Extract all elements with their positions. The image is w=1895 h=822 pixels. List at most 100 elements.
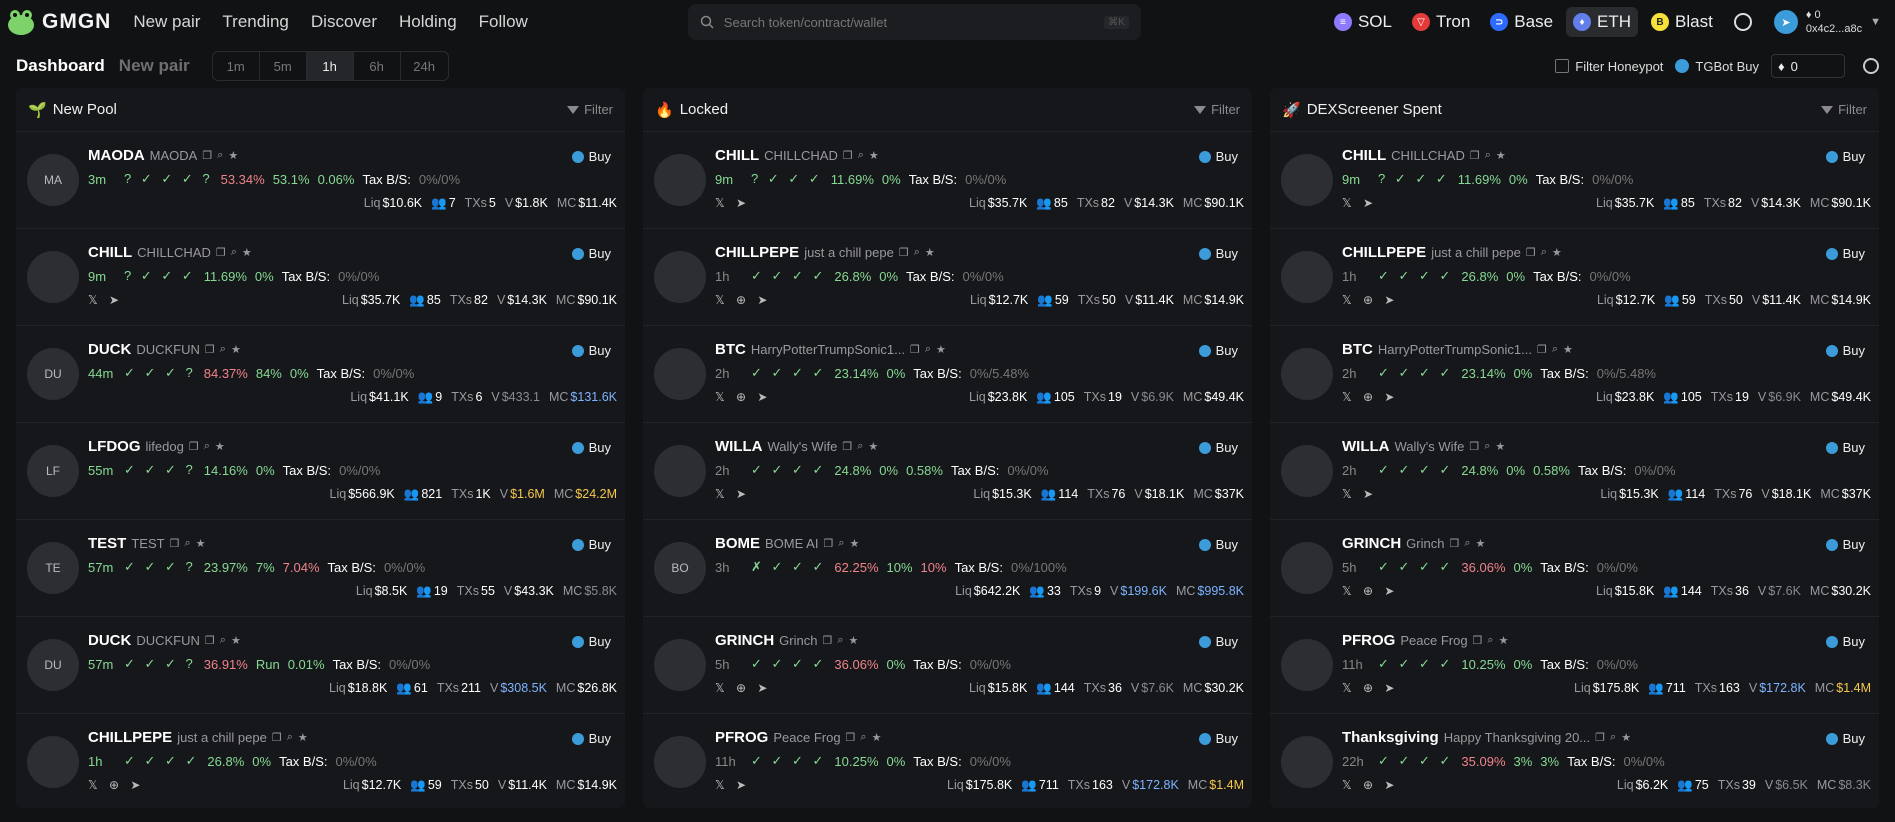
copy-icon[interactable]: ❐ — [1470, 149, 1480, 162]
chain-eth[interactable]: ♦ ETH — [1566, 7, 1639, 37]
copy-icon[interactable]: ❐ — [189, 440, 199, 453]
search-icon[interactable]: ⌕ — [838, 537, 844, 550]
buy-button[interactable]: Buy — [571, 149, 611, 164]
filter-button[interactable]: Filter — [1821, 102, 1867, 117]
copy-icon[interactable]: ❐ — [205, 343, 215, 356]
buy-button[interactable]: Buy — [571, 246, 611, 261]
search-icon[interactable]: ⌕ — [837, 634, 843, 647]
buy-button[interactable]: Buy — [1198, 537, 1238, 552]
buy-button[interactable]: Buy — [1825, 537, 1865, 552]
token-row[interactable]: DU DUCK DUCKFUN ❐ ⌕ ★ Buy 57m ✓ ✓ ✓ ? 36.91% Run 0.… — [16, 617, 625, 714]
star-icon[interactable]: ★ — [1552, 246, 1562, 259]
buy-button[interactable]: Buy — [571, 731, 611, 746]
nav-trending[interactable]: Trending — [222, 12, 288, 32]
new-pair-tab[interactable]: New pair — [119, 56, 190, 76]
social-links[interactable]: 𝕏 ➤ — [715, 487, 750, 501]
token-row[interactable]: LF LFDOG lifedog ❐ ⌕ ★ Buy 55m ✓ ✓ ✓ ? 14.16% 0% Ta… — [16, 423, 625, 520]
social-links[interactable]: 𝕏 ➤ — [715, 778, 750, 792]
social-links[interactable]: 𝕏 ⊕ ➤ — [715, 390, 771, 404]
social-links[interactable]: 𝕏 ➤ — [715, 196, 750, 210]
nav-follow[interactable]: Follow — [479, 12, 528, 32]
social-links[interactable]: 𝕏 ⊕ ➤ — [715, 681, 771, 695]
social-links[interactable]: 𝕏 ⊕ ➤ — [1342, 584, 1398, 598]
copy-icon[interactable]: ❐ — [1537, 343, 1547, 356]
star-icon[interactable]: ★ — [869, 149, 879, 162]
timeframe-5m[interactable]: 5m — [260, 52, 307, 80]
star-icon[interactable]: ★ — [298, 731, 308, 744]
social-links[interactable]: 𝕏 ⊕ ➤ — [1342, 681, 1398, 695]
token-row[interactable]: CHILL CHILLCHAD ❐ ⌕ ★ Buy 9m ? ✓ ✓ ✓ 11.69% 0% Tax… — [1270, 132, 1879, 229]
search-icon[interactable]: ⌕ — [1610, 731, 1616, 744]
buy-button[interactable]: Buy — [1198, 731, 1238, 746]
copy-icon[interactable]: ❐ — [1449, 537, 1459, 550]
token-row[interactable]: CHILLPEPE just a chill pepe ❐ ⌕ ★ Buy 1h ✓ ✓ ✓ … — [1270, 229, 1879, 326]
copy-icon[interactable]: ❐ — [823, 537, 833, 550]
token-row[interactable]: PFROG Peace Frog ❐ ⌕ ★ Buy 11h ✓ ✓ ✓ ✓ 10.25% 0% T… — [643, 714, 1252, 808]
star-icon[interactable]: ★ — [936, 343, 946, 356]
search-icon[interactable]: ⌕ — [1552, 343, 1558, 356]
social-links[interactable]: 𝕏 ➤ — [1342, 196, 1377, 210]
copy-icon[interactable]: ❐ — [1595, 731, 1605, 744]
buy-button[interactable]: Buy — [1198, 440, 1238, 455]
star-icon[interactable]: ★ — [1476, 537, 1486, 550]
token-row[interactable]: CHILLPEPE just a chill pepe ❐ ⌕ ★ Buy 1h ✓ ✓ ✓ … — [16, 714, 625, 808]
star-icon[interactable]: ★ — [1621, 731, 1631, 744]
social-links[interactable]: 𝕏 ⊕ ➤ — [1342, 293, 1398, 307]
star-icon[interactable]: ★ — [1499, 634, 1509, 647]
copy-icon[interactable]: ❐ — [899, 246, 909, 259]
tgbot-buy-button[interactable]: TGBot Buy — [1675, 59, 1759, 74]
nav-new-pair[interactable]: New pair — [133, 12, 200, 32]
token-row[interactable]: CHILLPEPE just a chill pepe ❐ ⌕ ★ Buy 1h ✓ ✓ ✓ … — [643, 229, 1252, 326]
buy-button[interactable]: Buy — [1825, 440, 1865, 455]
token-row[interactable]: BTC HarryPotterTrumpSonic1... ❐ ⌕ ★ Buy 2h ✓ ✓ … — [643, 326, 1252, 423]
star-icon[interactable]: ★ — [242, 246, 252, 259]
logo[interactable]: GMGN — [6, 8, 111, 36]
copy-icon[interactable]: ❐ — [846, 731, 856, 744]
social-links[interactable]: 𝕏 ➤ — [88, 293, 123, 307]
buy-button[interactable]: Buy — [1825, 246, 1865, 261]
buy-button[interactable]: Buy — [1825, 149, 1865, 164]
social-links[interactable]: 𝕏 ⊕ ➤ — [715, 293, 771, 307]
token-row[interactable]: CHILL CHILLCHAD ❐ ⌕ ★ Buy 9m ? ✓ ✓ ✓ 11.69% 0% Tax… — [16, 229, 625, 326]
buy-button[interactable]: Buy — [1825, 731, 1865, 746]
search-icon[interactable]: ⌕ — [1485, 149, 1491, 162]
copy-icon[interactable]: ❐ — [216, 246, 226, 259]
copy-icon[interactable]: ❐ — [1526, 246, 1536, 259]
star-icon[interactable]: ★ — [872, 731, 882, 744]
timeframe-1m[interactable]: 1m — [213, 52, 260, 80]
star-icon[interactable]: ★ — [215, 440, 225, 453]
star-icon[interactable]: ★ — [1495, 440, 1505, 453]
token-row[interactable]: Thanksgiving Happy Thanksgiving 20... ❐ ⌕ ★ B… — [1270, 714, 1879, 808]
search-icon[interactable]: ⌕ — [860, 731, 866, 744]
buy-button[interactable]: Buy — [1198, 246, 1238, 261]
copy-icon[interactable]: ❐ — [205, 634, 215, 647]
copy-icon[interactable]: ❐ — [1469, 440, 1479, 453]
token-row[interactable]: PFROG Peace Frog ❐ ⌕ ★ Buy 11h ✓ ✓ ✓ ✓ 10.25% 0% T… — [1270, 617, 1879, 714]
token-row[interactable]: BTC HarryPotterTrumpSonic1... ❐ ⌕ ★ Buy 2h ✓ ✓ … — [1270, 326, 1879, 423]
copy-icon[interactable]: ❐ — [843, 149, 853, 162]
token-row[interactable]: WILLA Wally's Wife ❐ ⌕ ★ Buy 2h ✓ ✓ ✓ ✓ 24.8% 0% 0… — [643, 423, 1252, 520]
search-icon[interactable]: ⌕ — [1541, 246, 1547, 259]
timeframe-6h[interactable]: 6h — [354, 52, 401, 80]
nav-holding[interactable]: Holding — [399, 12, 457, 32]
copy-icon[interactable]: ❐ — [842, 440, 852, 453]
search-icon[interactable]: ⌕ — [220, 634, 226, 647]
token-row[interactable]: CHILL CHILLCHAD ❐ ⌕ ★ Buy 9m ? ✓ ✓ ✓ 11.69% 0% Tax… — [643, 132, 1252, 229]
gear-icon[interactable] — [1863, 58, 1879, 74]
filter-honeypot-checkbox[interactable] — [1555, 59, 1570, 73]
token-row[interactable]: TE TEST TEST ❐ ⌕ ★ Buy 57m ✓ ✓ ✓ ? 23.97% 7% 7.04% T… — [16, 520, 625, 617]
buy-button[interactable]: Buy — [571, 634, 611, 649]
filter-button[interactable]: Filter — [567, 102, 613, 117]
wallet-button[interactable]: ➤ ♦ 0 0x4c2...a8c ▼ — [1773, 8, 1881, 36]
star-icon[interactable]: ★ — [868, 440, 878, 453]
search-icon[interactable]: ⌕ — [204, 440, 210, 453]
nav-discover[interactable]: Discover — [311, 12, 377, 32]
star-icon[interactable]: ★ — [231, 343, 241, 356]
copy-icon[interactable]: ❐ — [822, 634, 832, 647]
star-icon[interactable]: ★ — [231, 634, 241, 647]
search-icon[interactable]: ⌕ — [1484, 440, 1490, 453]
timeframe-1h[interactable]: 1h — [306, 52, 354, 80]
token-row[interactable]: GRINCH Grinch ❐ ⌕ ★ Buy 5h ✓ ✓ ✓ ✓ 36.06% 0% Tax B… — [1270, 520, 1879, 617]
search-icon[interactable]: ⌕ — [217, 149, 223, 162]
search-icon[interactable]: ⌕ — [925, 343, 931, 356]
